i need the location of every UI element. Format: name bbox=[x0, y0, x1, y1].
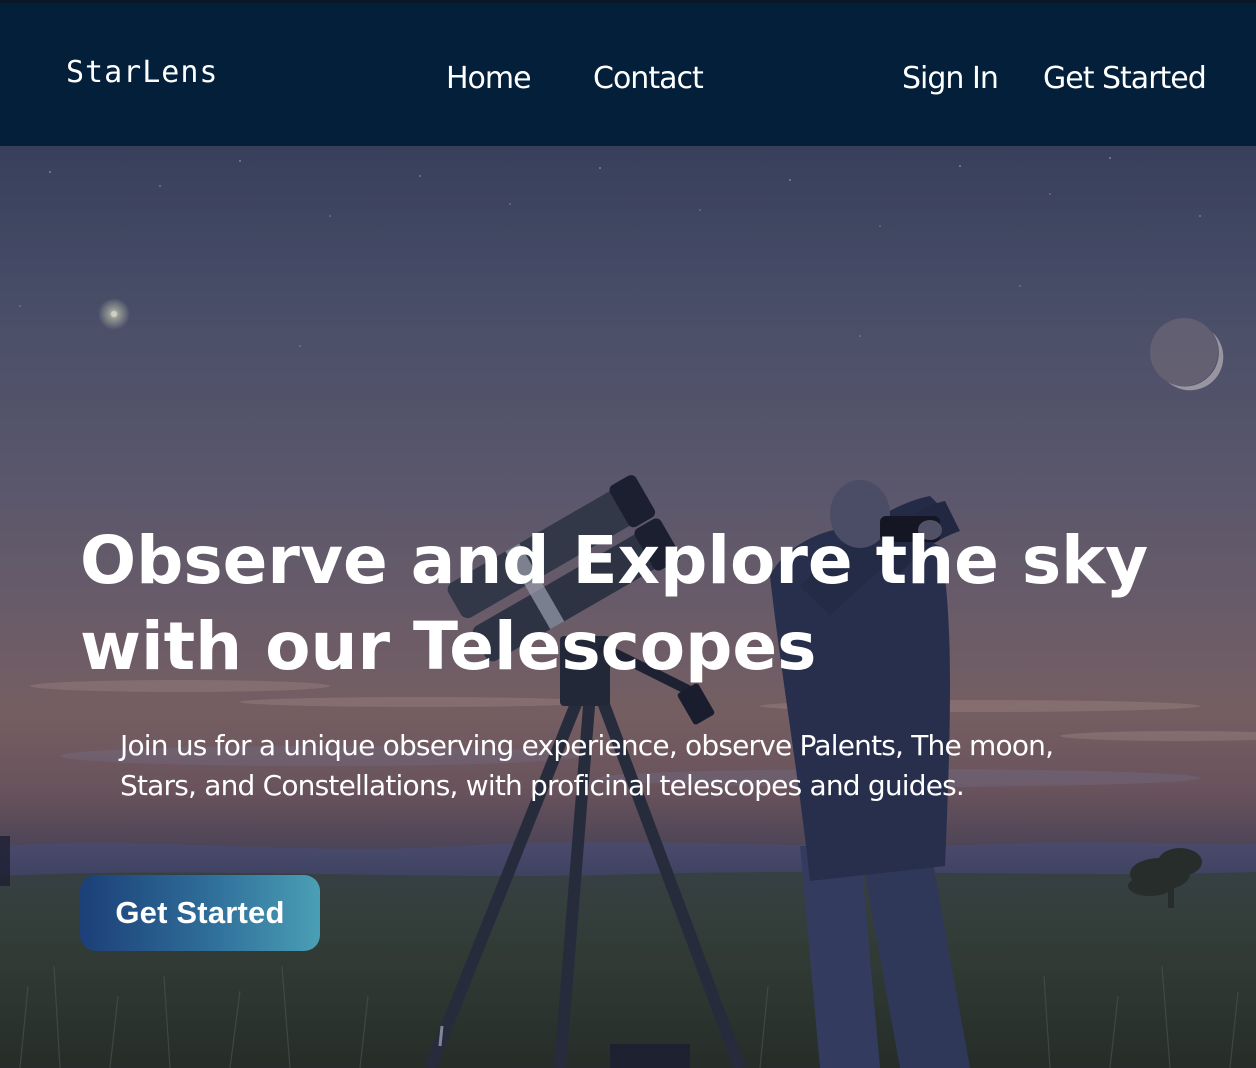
hero-subtitle: Join us for a unique observing experienc… bbox=[120, 726, 1180, 806]
hero-section: Observe and Explore the sky with our Tel… bbox=[0, 146, 1256, 1068]
hero-heading-line-2: with our Telescopes bbox=[80, 608, 817, 685]
brand-logo[interactable]: StarLens bbox=[66, 55, 219, 91]
top-navbar: StarLens Home Contact Sign In Get Starte… bbox=[0, 0, 1256, 146]
hero-heading: Observe and Explore the sky with our Tel… bbox=[80, 518, 1200, 690]
hero-heading-line-1: Observe and Explore the sky bbox=[80, 522, 1149, 599]
hero-subtitle-line-1: Join us for a unique observing experienc… bbox=[120, 729, 1054, 762]
sign-in-link[interactable]: Sign In bbox=[902, 59, 999, 99]
nav-get-started-link[interactable]: Get Started bbox=[1043, 59, 1207, 99]
nav-link-home[interactable]: Home bbox=[446, 59, 532, 99]
hero-subtitle-line-2: Stars, and Constellations, with proficin… bbox=[120, 769, 965, 802]
nav-link-contact[interactable]: Contact bbox=[593, 59, 704, 99]
hero-get-started-button[interactable]: Get Started bbox=[80, 875, 320, 951]
landing-page: StarLens Home Contact Sign In Get Starte… bbox=[0, 0, 1256, 1068]
